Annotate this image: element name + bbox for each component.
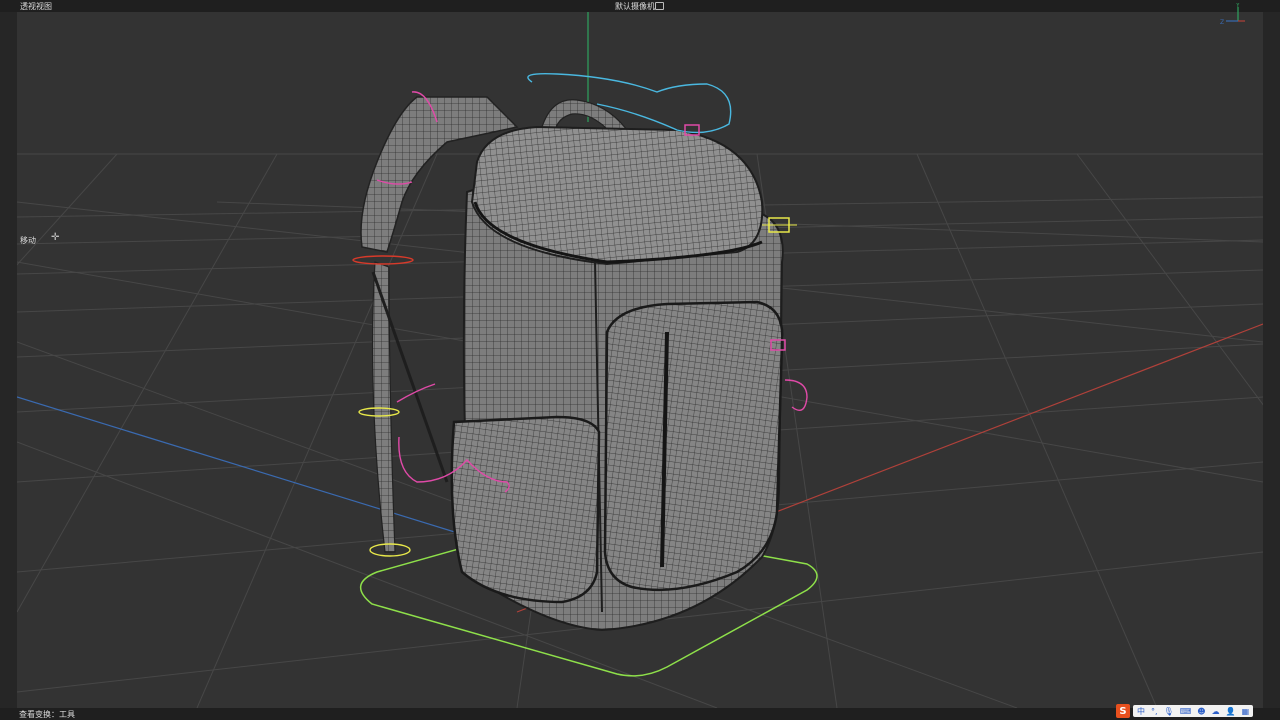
ime-mode-toggle[interactable]: 中 — [1137, 706, 1145, 717]
user-icon[interactable]: 👤 — [1226, 707, 1236, 716]
status-bar: 查看变换：工具 — [0, 708, 1280, 720]
status-text: 查看变换：工具 — [19, 710, 75, 719]
ime-toolbar[interactable]: S 中 °, 🎙 ⌨ ☻ ☁ 👤 ▦ — [1116, 704, 1254, 718]
z-axis-line — [17, 396, 488, 543]
scene-canvas[interactable] — [17, 12, 1263, 708]
move-tool-label[interactable]: 移动 — [20, 235, 36, 246]
backpack-body[interactable] — [450, 125, 784, 632]
punctuation-icon[interactable]: °, — [1151, 707, 1158, 716]
ime-tray: 中 °, 🎙 ⌨ ☻ ☁ 👤 ▦ — [1133, 705, 1254, 717]
cloud-icon[interactable]: ☁ — [1212, 707, 1220, 716]
axis-gizmo-icon: Y Z — [1220, 2, 1245, 26]
keyboard-icon[interactable]: ⌨ — [1180, 707, 1192, 716]
camera-icon[interactable] — [655, 2, 664, 10]
skin-icon[interactable]: ☻ — [1197, 707, 1205, 716]
viewport-header-bar: 透视视图 默认摄像机 — [0, 0, 1280, 12]
viewport-left-border — [0, 12, 17, 708]
grid-menu-icon[interactable]: ▦ — [1242, 707, 1250, 716]
view-name-label[interactable]: 透视视图 — [20, 1, 52, 12]
gizmo-y-label: Y — [1235, 3, 1240, 9]
orientation-gizmo[interactable]: Y Z — [1216, 2, 1246, 29]
viewport-right-border — [1263, 12, 1280, 708]
gizmo-z-label: Z — [1220, 19, 1224, 26]
3d-viewport[interactable]: 移动 ✛ — [17, 12, 1263, 708]
camera-name-label[interactable]: 默认摄像机 — [615, 1, 655, 12]
microphone-icon[interactable]: 🎙 — [1164, 707, 1174, 716]
sogou-logo-icon[interactable]: S — [1116, 704, 1130, 718]
move-tool-icon[interactable]: ✛ — [51, 233, 59, 243]
